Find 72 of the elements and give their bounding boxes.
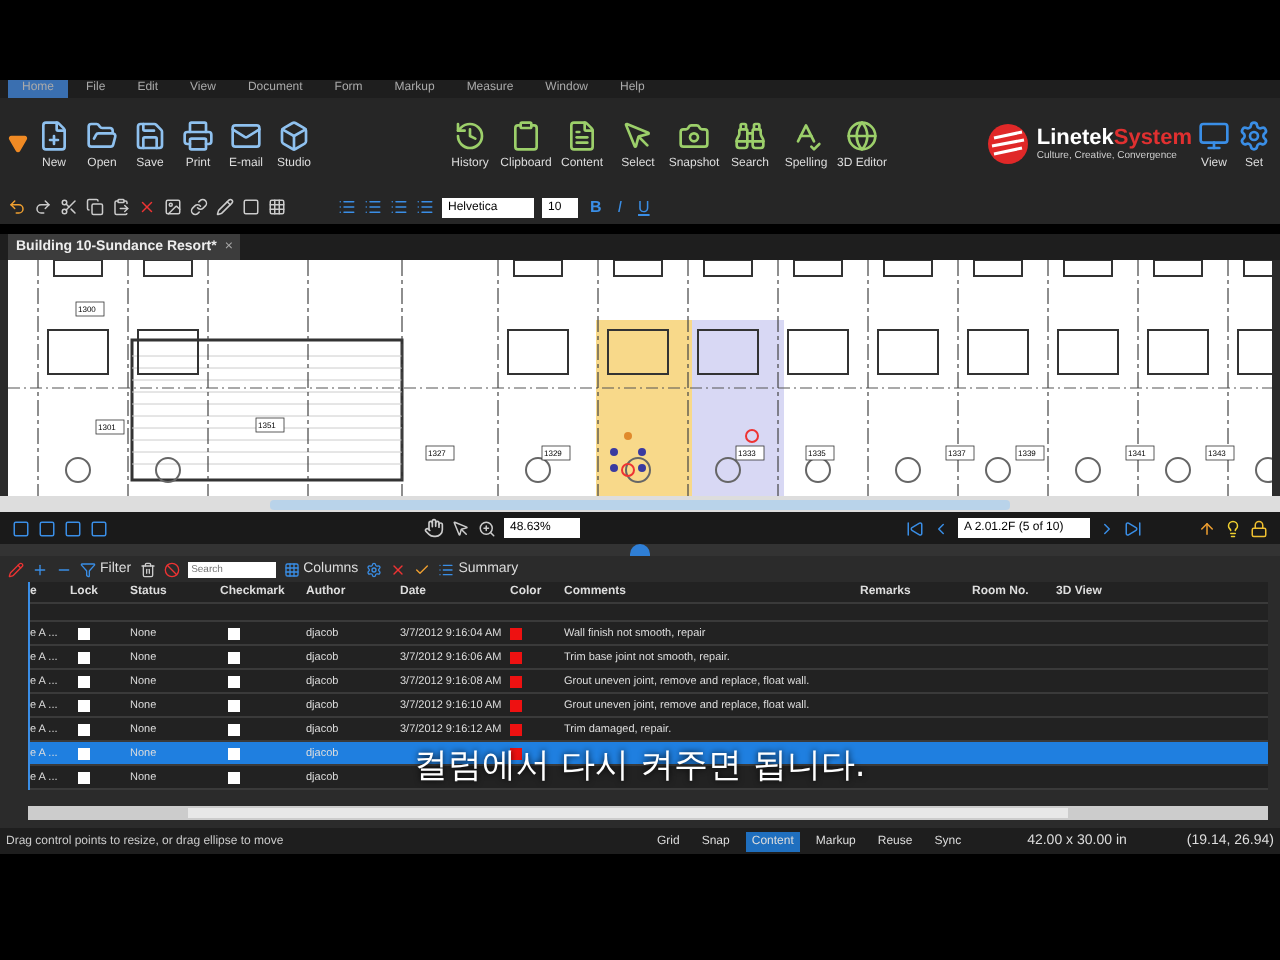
ribbon-icon: [38, 119, 70, 151]
toolbar-icon[interactable]: [34, 198, 52, 216]
list-icon[interactable]: [338, 198, 356, 216]
ribbon-icon: [230, 119, 262, 151]
lock-checkbox[interactable]: [78, 699, 90, 711]
lock-checkbox[interactable]: [78, 747, 90, 759]
list-icon[interactable]: [364, 198, 382, 216]
checkmark-checkbox[interactable]: [228, 699, 240, 711]
lock-checkbox[interactable]: [78, 771, 90, 783]
ribbon-icon: [278, 119, 310, 151]
up-arrow-icon[interactable]: [1198, 519, 1216, 537]
pencil-icon[interactable]: [8, 561, 24, 577]
scrollbar-thumb[interactable]: [270, 499, 1010, 509]
text-style-button[interactable]: U: [634, 198, 654, 216]
hand-icon[interactable]: [424, 518, 444, 538]
dropdown-arrow-icon[interactable]: [8, 134, 28, 154]
ribbon-icon: [678, 119, 710, 151]
checkmark-checkbox[interactable]: [228, 675, 240, 687]
checkmark-checkbox[interactable]: [228, 747, 240, 759]
toolbar-icon[interactable]: [86, 198, 104, 216]
toolbar-icon[interactable]: [190, 198, 208, 216]
settings-icon[interactable]: [366, 561, 383, 577]
toolbar-icon[interactable]: [60, 198, 78, 216]
check-icon[interactable]: [414, 561, 431, 577]
toolbar-icon[interactable]: [8, 198, 26, 216]
lock-checkbox[interactable]: [78, 651, 90, 663]
lock-checkbox[interactable]: [78, 675, 90, 687]
lightbulb-icon[interactable]: [1224, 519, 1242, 537]
last-page-icon[interactable]: [1124, 519, 1142, 537]
close-icon[interactable]: [390, 561, 407, 577]
lock-checkbox[interactable]: [78, 723, 90, 735]
checkmark-checkbox[interactable]: [228, 627, 240, 639]
lock-icon[interactable]: [1250, 519, 1268, 537]
lock-checkbox[interactable]: [78, 627, 90, 639]
toolbar-icon[interactable]: [216, 198, 234, 216]
ribbon-icon: [86, 119, 118, 151]
ribbon-icon: [846, 119, 878, 151]
ribbon-icon: [454, 119, 486, 151]
list-icon[interactable]: [416, 198, 434, 216]
first-page-icon[interactable]: [906, 519, 924, 537]
list-icon: [438, 561, 455, 577]
ribbon-icon: [622, 119, 654, 151]
checkmark-checkbox[interactable]: [228, 723, 240, 735]
splitter-handle[interactable]: [630, 544, 650, 556]
text-style-button[interactable]: I: [613, 198, 627, 216]
ribbon-icon: [1238, 119, 1270, 151]
checkmark-checkbox[interactable]: [228, 771, 240, 783]
text-style-button[interactable]: B: [586, 198, 606, 216]
pointer-icon[interactable]: [452, 519, 470, 537]
ribbon-icon: [734, 119, 766, 151]
ribbon-icon: [1198, 119, 1230, 151]
ribbon-icon: [182, 119, 214, 151]
no-entry-icon[interactable]: [163, 561, 180, 577]
list-icon[interactable]: [390, 198, 408, 216]
logo-icon: [986, 122, 1031, 166]
logo-name: LinetekSystem: [1036, 126, 1192, 150]
previous-page-icon[interactable]: [932, 519, 950, 537]
toolbar-icon[interactable]: [268, 198, 286, 216]
toolbar-icon[interactable]: [112, 198, 130, 216]
zoom-icon[interactable]: [478, 519, 496, 537]
toolbar-icon[interactable]: [242, 198, 260, 216]
scrollbar-thumb[interactable]: [188, 808, 1068, 818]
next-page-icon[interactable]: [1098, 519, 1116, 537]
checkmark-checkbox[interactable]: [228, 651, 240, 663]
plus-icon[interactable]: [32, 561, 48, 577]
toolbar-icon[interactable]: [164, 198, 182, 216]
ribbon-icon: [566, 119, 598, 151]
ribbon-icon: [134, 119, 166, 151]
grid-icon: [283, 561, 300, 577]
filter-icon: [80, 561, 96, 577]
ribbon-icon: [510, 119, 542, 151]
trash-icon[interactable]: [139, 561, 156, 577]
